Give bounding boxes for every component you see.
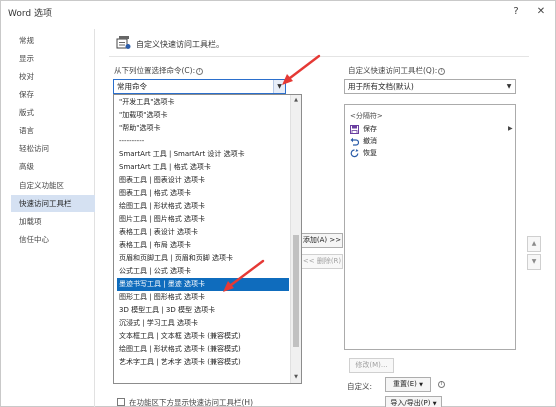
info-icon: i xyxy=(196,67,204,75)
move-up-button[interactable]: ▲ xyxy=(527,236,541,252)
dropdown-scrollbar[interactable]: ▲ ▼ xyxy=(290,95,301,383)
customize-label: 自定义: xyxy=(347,382,373,391)
show-below-ribbon-checkbox[interactable] xyxy=(117,398,125,406)
move-down-button[interactable]: ▼ xyxy=(527,254,541,270)
dropdown-item[interactable]: 表格工具 | 表设计 选项卡 xyxy=(117,226,289,239)
choose-commands-value: 常用命令 xyxy=(117,82,147,91)
scroll-thumb[interactable] xyxy=(293,235,299,347)
dropdown-item[interactable]: 表格工具 | 布局 选项卡 xyxy=(117,239,289,252)
nav-item-layout[interactable]: 版式 xyxy=(11,104,95,121)
choose-commands-dropdown[interactable]: 常用命令 ▼ xyxy=(113,79,286,94)
dropdown-item[interactable]: 图形工具 | 图形格式 选项卡 xyxy=(117,291,289,304)
toolbar-commands-list[interactable]: <分隔符> 保存 撤消 恢复 ▶ xyxy=(344,104,516,350)
chevron-down-icon[interactable]: ▼ xyxy=(273,80,285,93)
customize-toolbar-dropdown[interactable]: 用于所有文档(默认) ▼ xyxy=(344,79,516,94)
commands-dropdown-list[interactable]: "开发工具"选项卡 "加载项"选项卡 "帮助"选项卡 ---------- Sm… xyxy=(113,94,302,384)
dropdown-item[interactable]: 艺术字工具 | 艺术字 选项卡 (兼容模式) xyxy=(117,356,289,369)
nav-item-quick-access-toolbar[interactable]: 快速访问工具栏 xyxy=(11,195,95,212)
modify-button[interactable]: 修改(M)... xyxy=(349,358,394,373)
dropdown-item[interactable]: "开发工具"选项卡 xyxy=(117,96,289,109)
add-button[interactable]: 添加(A) >> xyxy=(301,233,343,248)
quick-access-toolbar-icon xyxy=(116,36,131,49)
list-item-undo[interactable]: 撤消 xyxy=(350,136,377,147)
chevron-down-icon: ▼ xyxy=(432,401,437,407)
dropdown-item[interactable]: 绘图工具 | 形状格式 选项卡 (兼容模式) xyxy=(117,343,289,356)
dropdown-item[interactable]: 公式工具 | 公式 选项卡 xyxy=(117,265,289,278)
info-icon: i xyxy=(438,381,445,388)
save-icon xyxy=(350,124,359,134)
dialog-title: Word 选项 xyxy=(8,9,52,19)
chevron-down-icon: ▼ xyxy=(419,382,423,388)
undo-icon xyxy=(350,137,359,146)
dropdown-item[interactable]: 3D 模型工具 | 3D 模型 选项卡 xyxy=(117,304,289,317)
dropdown-item[interactable]: 页眉和页脚工具 | 页眉和页脚 选项卡 xyxy=(117,252,289,265)
dropdown-item-selected[interactable]: 墨迹书写工具 | 墨迹 选项卡 xyxy=(117,278,289,291)
dropdown-item[interactable]: 绘图工具 | 形状格式 选项卡 xyxy=(117,200,289,213)
close-button[interactable]: ✕ xyxy=(533,4,549,19)
dropdown-item[interactable]: "加载项"选项卡 xyxy=(117,109,289,122)
dropdown-item[interactable]: 图表工具 | 图表设计 选项卡 xyxy=(117,174,289,187)
choose-commands-label: 从下列位置选择命令(C): i xyxy=(114,65,204,76)
scroll-up-button[interactable]: ▲ xyxy=(291,95,301,106)
nav-item-proofing[interactable]: 校对 xyxy=(11,68,95,85)
expand-arrow-icon[interactable]: ▶ xyxy=(508,125,513,132)
chevron-down-icon[interactable]: ▼ xyxy=(503,80,515,93)
remove-button[interactable]: << 删除(R) xyxy=(301,254,343,269)
dropdown-item[interactable]: 文本框工具 | 文本框 选项卡 (兼容模式) xyxy=(117,330,289,343)
info-icon: i xyxy=(438,67,446,75)
dropdown-item[interactable]: "帮助"选项卡 xyxy=(117,122,289,135)
options-nav: 常规 显示 校对 保存 版式 语言 轻松访问 高级 自定义功能区 快速访问工具栏… xyxy=(11,29,95,407)
list-item-redo[interactable]: 恢复 xyxy=(350,148,377,159)
word-options-dialog: Word 选项 ? ✕ 常规 显示 校对 保存 版式 语言 轻松访问 高级 自定… xyxy=(0,0,556,407)
show-below-ribbon-label: 在功能区下方显示快速访问工具栏(H) xyxy=(129,398,253,407)
nav-item-trust-center[interactable]: 信任中心 xyxy=(11,231,95,248)
nav-item-advanced[interactable]: 高级 xyxy=(11,158,95,175)
dropdown-separator: ---------- xyxy=(119,137,145,145)
dropdown-item[interactable]: 图片工具 | 图片格式 选项卡 xyxy=(117,213,289,226)
nav-item-general[interactable]: 常规 xyxy=(11,32,95,49)
section-title: 自定义快速访问工具栏。 xyxy=(136,40,224,49)
customize-toolbar-value: 用于所有文档(默认) xyxy=(348,82,414,91)
separator-item[interactable]: <分隔符> xyxy=(350,111,383,121)
nav-item-accessibility[interactable]: 轻松访问 xyxy=(11,140,95,157)
customize-toolbar-label: 自定义快速访问工具栏(Q): i xyxy=(348,65,446,76)
section-divider xyxy=(109,56,529,57)
reset-button[interactable]: 重置(E) ▼ xyxy=(385,377,431,392)
nav-item-display[interactable]: 显示 xyxy=(11,50,95,67)
help-button[interactable]: ? xyxy=(508,4,524,19)
dropdown-item[interactable]: 图表工具 | 格式 选项卡 xyxy=(117,187,289,200)
dropdown-item[interactable]: SmartArt 工具 | 格式 选项卡 xyxy=(117,161,289,174)
nav-item-save[interactable]: 保存 xyxy=(11,86,95,103)
nav-item-add-ins[interactable]: 加载项 xyxy=(11,213,95,230)
import-export-button[interactable]: 导入/导出(P) ▼ xyxy=(385,396,442,407)
nav-item-language[interactable]: 语言 xyxy=(11,122,95,139)
dropdown-item[interactable]: 沉浸式 | 学习工具 选项卡 xyxy=(117,317,289,330)
annotation-arrow-dropdown xyxy=(282,54,321,85)
redo-icon xyxy=(350,148,359,157)
dropdown-item[interactable]: SmartArt 工具 | SmartArt 设计 选项卡 xyxy=(117,148,289,161)
list-item-save[interactable]: 保存 xyxy=(350,124,377,135)
nav-item-customize-ribbon[interactable]: 自定义功能区 xyxy=(11,177,95,194)
title-bar: Word 选项 ? ✕ xyxy=(1,1,556,23)
scroll-down-button[interactable]: ▼ xyxy=(291,372,301,383)
